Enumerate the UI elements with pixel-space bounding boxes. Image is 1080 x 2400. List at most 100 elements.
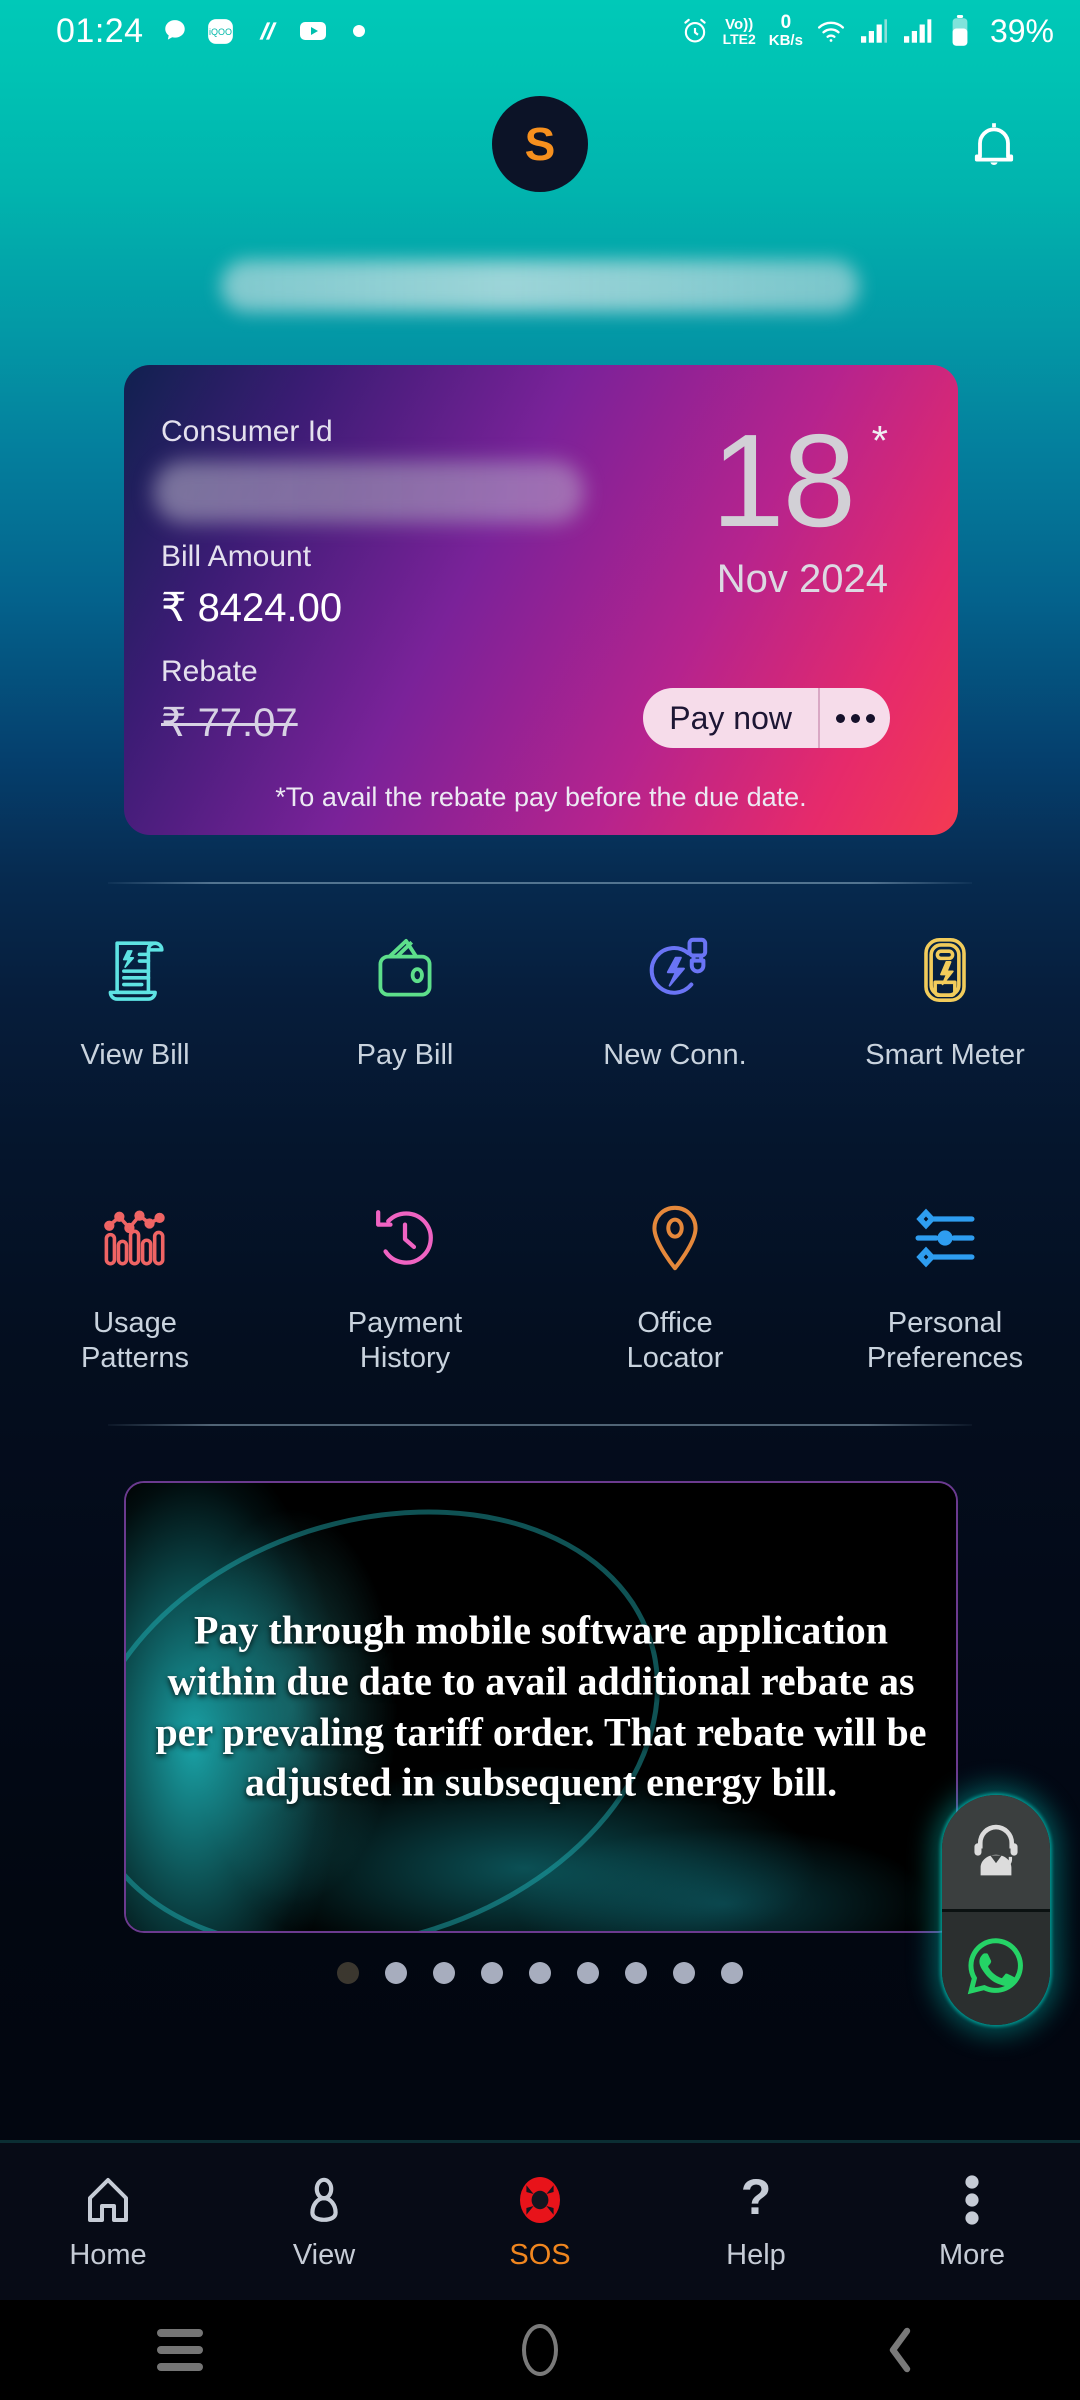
pay-now-button-group[interactable]: Pay now [643,688,890,748]
status-bar: 01:24 iQOO Vo)) LTE2 0 KB/s 39% [0,0,1080,62]
person-icon [298,2171,350,2229]
shortcut-label: View Bill [80,1039,190,1071]
nav-label: SOS [509,2239,571,2271]
bill-amount-label: Bill Amount [161,540,312,573]
carousel-dot[interactable] [337,1962,359,1984]
consumer-id-label: Consumer Id [161,415,333,448]
youtube-icon [298,16,328,46]
carousel-dot[interactable] [481,1962,503,1984]
divider-top [108,882,972,884]
shortcut-smart-meter[interactable]: Smart Meter [810,920,1080,1073]
smart-meter-icon [907,920,983,1020]
shortcut-payment-history[interactable]: Payment History [270,1188,540,1377]
shortcut-office-locator[interactable]: Office Locator [540,1188,810,1377]
recents-menu-icon[interactable] [0,2329,360,2371]
nav-item-home[interactable]: Home [0,2171,216,2272]
carousel-dot[interactable] [577,1962,599,1984]
notification-bell-icon[interactable] [968,120,1020,174]
rebate-footnote: *To avail the rebate pay before the due … [275,782,807,812]
question-mark-icon: ? [732,2171,780,2229]
customer-support-button[interactable] [942,1795,1050,1909]
pay-now-button[interactable]: Pay now [643,688,818,748]
nav-label: View [292,2239,356,2271]
power-plug-icon [637,920,713,1020]
avatar-initial: S [524,118,556,170]
nav-label: More [938,2239,1006,2271]
due-date-asterisk: * [871,417,888,464]
iqoo-app-icon: iQOO [206,16,236,46]
svg-text:iQOO: iQOO [209,26,232,36]
shortcut-grid-row-1: View Bill Pay Bill New Conn. Smart Meter [0,920,1080,1073]
shortcut-label: Pay Bill [356,1039,454,1071]
bill-amount-value: ₹ 8424.00 [161,586,343,630]
map-pin-icon [637,1188,713,1288]
nav-label: Home [69,2239,147,2271]
vertical-dots-icon [961,2171,983,2229]
carousel-dots[interactable] [0,1962,1080,1984]
shortcut-label: Smart Meter [865,1039,1025,1071]
svg-text:?: ? [741,2174,772,2225]
account-name-masked [221,260,859,312]
shortcut-personal-preferences[interactable]: Personal Preferences [810,1188,1080,1377]
nav-label: Help [726,2239,786,2271]
data-rate-indicator: 0 KB/s [768,12,803,50]
bill-summary-card[interactable]: Consumer Id Bill Amount ₹ 8424.00 Rebate… [124,365,958,835]
shortcut-pay-bill[interactable]: Pay Bill [270,920,540,1073]
shortcut-usage-patterns[interactable]: Usage Patterns [0,1188,270,1377]
banner-text: Pay through mobile software application … [155,1607,927,1805]
promo-banner[interactable]: Pay through mobile software application … [124,1481,958,1933]
carousel-dot[interactable] [433,1962,455,1984]
three-dots-icon[interactable] [820,688,890,748]
sliders-icon [907,1188,983,1288]
divider-bottom [108,1424,972,1426]
due-date-day: 18 [711,407,856,554]
nav-item-view[interactable]: View [216,2171,432,2272]
floating-action-buttons[interactable] [942,1795,1050,2025]
battery-icon [945,15,975,46]
bottom-navigation-bar: Home View SOS ? Help More [0,2140,1080,2300]
carousel-dot[interactable] [385,1962,407,1984]
music-app-icon [252,16,282,46]
clock-rewind-icon [367,1188,443,1288]
status-bar-right: Vo)) LTE2 0 KB/s 39% [680,13,1054,50]
battery-percentage: 39% [989,12,1054,49]
status-bar-clock: 01:24 [56,11,144,50]
app-screen: 01:24 iQOO Vo)) LTE2 0 KB/s 39% S Consum… [0,0,1080,2400]
shortcut-view-bill[interactable]: View Bill [0,920,270,1073]
shortcut-new-connection[interactable]: New Conn. [540,920,810,1073]
shortcut-label: Payment History [347,1307,463,1375]
shortcut-label: Personal Preferences [866,1307,1024,1375]
volte-indicator: Vo)) LTE2 [722,15,756,47]
shortcut-label: New Conn. [603,1039,747,1071]
avatar[interactable]: S [492,96,588,192]
status-bar-left: 01:24 iQOO [56,12,374,51]
rebate-label: Rebate [161,655,258,688]
nav-item-help[interactable]: ? Help [648,2171,864,2272]
back-chevron-icon[interactable] [720,2325,1080,2375]
android-navigation-bar [0,2300,1080,2400]
customer-support-headset-icon [963,1816,1029,1887]
carousel-dot[interactable] [673,1962,695,1984]
carousel-dot[interactable] [529,1962,551,1984]
sos-lifering-icon [512,2171,568,2229]
dot-icon [344,16,374,46]
bill-document-icon [97,920,173,1020]
signal-bars-icon [859,16,889,46]
signal-bars-icon [902,16,932,46]
rebate-value: ₹ 77.07 [161,701,298,745]
chat-bubble-icon [160,16,190,46]
consumer-id-value-masked [154,461,584,523]
carousel-dot[interactable] [625,1962,647,1984]
home-icon [82,2171,134,2229]
wifi-icon [816,16,846,46]
wallet-icon [367,920,443,1020]
whatsapp-button[interactable] [942,1908,1050,2025]
whatsapp-icon [964,1934,1028,2003]
due-date-month-year: Nov 2024 [716,557,888,601]
shortcut-label: Usage Patterns [81,1307,189,1375]
carousel-dot[interactable] [721,1962,743,1984]
nav-item-more[interactable]: More [864,2171,1080,2272]
home-circle-icon[interactable] [360,2324,720,2376]
nav-item-sos[interactable]: SOS [432,2171,648,2272]
usage-chart-icon [97,1188,173,1288]
